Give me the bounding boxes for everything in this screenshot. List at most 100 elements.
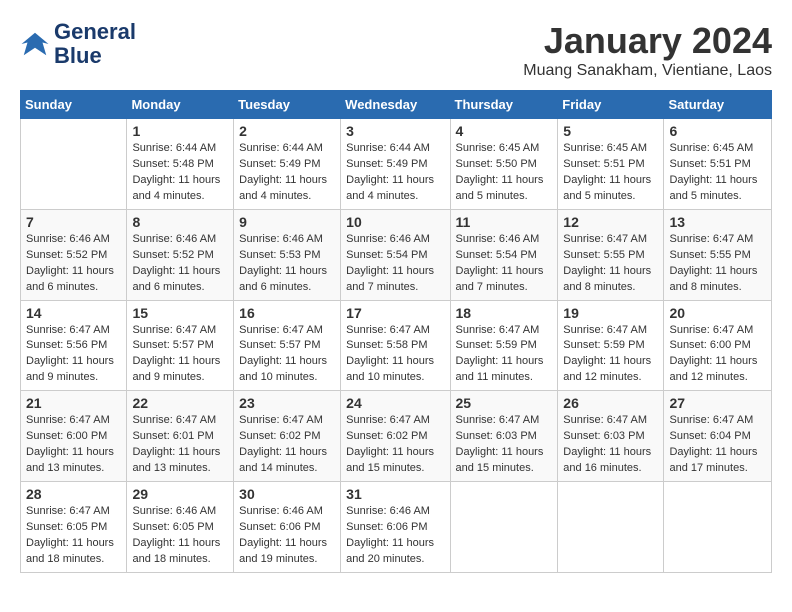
day-number: 27 xyxy=(669,395,766,411)
day-cell: 25 Sunrise: 6:47 AMSunset: 6:03 PMDayligh… xyxy=(450,391,558,482)
day-info: Sunrise: 6:46 AMSunset: 5:54 PMDaylight:… xyxy=(346,232,444,296)
day-cell: 14Sunrise: 6:47 AMSunset: 5:56 PMDayligh… xyxy=(21,300,127,391)
day-cell: 26 Sunrise: 6:47 AMSunset: 6:03 PMDayligh… xyxy=(558,391,664,482)
header-cell-sunday: Sunday xyxy=(21,91,127,119)
day-cell: 3Sunrise: 6:44 AMSunset: 5:49 PMDaylight… xyxy=(341,119,450,210)
day-info: Sunrise: 6:47 AMSunset: 5:57 PMDaylight:… xyxy=(132,323,228,387)
day-cell: 28 Sunrise: 6:47 AMSunset: 6:05 PMDayligh… xyxy=(21,482,127,573)
calendar-table: SundayMondayTuesdayWednesdayThursdayFrid… xyxy=(20,90,772,573)
day-info: Sunrise: 6:47 AMSunset: 6:00 PMDaylight:… xyxy=(669,323,766,387)
header-cell-saturday: Saturday xyxy=(664,91,772,119)
day-info: Sunrise: 6:47 AMSunset: 6:00 PMDaylight:… xyxy=(26,413,121,477)
header-cell-monday: Monday xyxy=(127,91,234,119)
day-number: 28 xyxy=(26,486,121,502)
day-info: Sunrise: 6:44 AMSunset: 5:49 PMDaylight:… xyxy=(239,141,335,205)
logo-text: General Blue xyxy=(54,20,136,68)
day-info: Sunrise: 6:46 AMSunset: 5:54 PMDaylight:… xyxy=(456,232,553,296)
day-cell xyxy=(558,482,664,573)
day-number: 10 xyxy=(346,214,444,230)
logo-icon xyxy=(20,29,50,59)
header-row: SundayMondayTuesdayWednesdayThursdayFrid… xyxy=(21,91,772,119)
day-info: Sunrise: 6:47 AMSunset: 5:59 PMDaylight:… xyxy=(456,323,553,387)
day-cell: 23Sunrise: 6:47 AMSunset: 6:02 PMDayligh… xyxy=(234,391,341,482)
day-info: Sunrise: 6:47 AMSunset: 6:02 PMDaylight:… xyxy=(346,413,444,477)
day-info: Sunrise: 6:44 AMSunset: 5:49 PMDaylight:… xyxy=(346,141,444,205)
header-cell-thursday: Thursday xyxy=(450,91,558,119)
day-cell: 5 Sunrise: 6:45 AMSunset: 5:51 PMDaylight… xyxy=(558,119,664,210)
week-row-4: 21 Sunrise: 6:47 AMSunset: 6:00 PMDayligh… xyxy=(21,391,772,482)
day-cell: 29 Sunrise: 6:46 AMSunset: 6:05 PMDayligh… xyxy=(127,482,234,573)
day-number: 18 xyxy=(456,305,553,321)
day-cell: 8 Sunrise: 6:46 AMSunset: 5:52 PMDaylight… xyxy=(127,209,234,300)
day-cell: 27 Sunrise: 6:47 AMSunset: 6:04 PMDayligh… xyxy=(664,391,772,482)
day-info: Sunrise: 6:45 AMSunset: 5:51 PMDaylight:… xyxy=(669,141,766,205)
day-number: 20 xyxy=(669,305,766,321)
day-info: Sunrise: 6:47 AMSunset: 6:02 PMDaylight:… xyxy=(239,413,335,477)
day-cell: 12Sunrise: 6:47 AMSunset: 5:55 PMDayligh… xyxy=(558,209,664,300)
day-info: Sunrise: 6:47 AMSunset: 6:03 PMDaylight:… xyxy=(563,413,658,477)
day-info: Sunrise: 6:46 AMSunset: 6:05 PMDaylight:… xyxy=(132,504,228,568)
day-info: Sunrise: 6:45 AMSunset: 5:51 PMDaylight:… xyxy=(563,141,658,205)
day-cell: 18 Sunrise: 6:47 AMSunset: 5:59 PMDayligh… xyxy=(450,300,558,391)
day-info: Sunrise: 6:47 AMSunset: 5:58 PMDaylight:… xyxy=(346,323,444,387)
day-number: 2 xyxy=(239,123,335,139)
day-info: Sunrise: 6:47 AMSunset: 5:55 PMDaylight:… xyxy=(669,232,766,296)
calendar-body: 1 Sunrise: 6:44 AMSunset: 5:48 PMDaylight… xyxy=(21,119,772,573)
day-cell xyxy=(664,482,772,573)
day-info: Sunrise: 6:46 AMSunset: 5:52 PMDaylight:… xyxy=(26,232,121,296)
day-number: 21 xyxy=(26,395,121,411)
day-number: 29 xyxy=(132,486,228,502)
day-cell: 10 Sunrise: 6:46 AMSunset: 5:54 PMDayligh… xyxy=(341,209,450,300)
day-number: 19 xyxy=(563,305,658,321)
location: Muang Sanakham, Vientiane, Laos xyxy=(523,62,772,80)
day-info: Sunrise: 6:47 AMSunset: 6:01 PMDaylight:… xyxy=(132,413,228,477)
header-cell-wednesday: Wednesday xyxy=(341,91,450,119)
day-info: Sunrise: 6:46 AMSunset: 5:52 PMDaylight:… xyxy=(132,232,228,296)
day-info: Sunrise: 6:46 AMSunset: 6:06 PMDaylight:… xyxy=(239,504,335,568)
week-row-2: 7 Sunrise: 6:46 AMSunset: 5:52 PMDaylight… xyxy=(21,209,772,300)
day-cell: 31Sunrise: 6:46 AMSunset: 6:06 PMDayligh… xyxy=(341,482,450,573)
day-number: 7 xyxy=(26,214,121,230)
day-number: 26 xyxy=(563,395,658,411)
day-cell: 17 Sunrise: 6:47 AMSunset: 5:58 PMDayligh… xyxy=(341,300,450,391)
day-info: Sunrise: 6:47 AMSunset: 6:05 PMDaylight:… xyxy=(26,504,121,568)
day-cell: 7 Sunrise: 6:46 AMSunset: 5:52 PMDaylight… xyxy=(21,209,127,300)
title-area: January 2024 Muang Sanakham, Vientiane, … xyxy=(523,20,772,80)
day-cell: 24 Sunrise: 6:47 AMSunset: 6:02 PMDayligh… xyxy=(341,391,450,482)
day-info: Sunrise: 6:46 AMSunset: 5:53 PMDaylight:… xyxy=(239,232,335,296)
header-cell-tuesday: Tuesday xyxy=(234,91,341,119)
day-info: Sunrise: 6:47 AMSunset: 6:04 PMDaylight:… xyxy=(669,413,766,477)
day-info: Sunrise: 6:44 AMSunset: 5:48 PMDaylight:… xyxy=(132,141,228,205)
week-row-3: 14Sunrise: 6:47 AMSunset: 5:56 PMDayligh… xyxy=(21,300,772,391)
day-cell: 9Sunrise: 6:46 AMSunset: 5:53 PMDaylight… xyxy=(234,209,341,300)
header-cell-friday: Friday xyxy=(558,91,664,119)
day-info: Sunrise: 6:47 AMSunset: 6:03 PMDaylight:… xyxy=(456,413,553,477)
calendar-header: SundayMondayTuesdayWednesdayThursdayFrid… xyxy=(21,91,772,119)
day-info: Sunrise: 6:46 AMSunset: 6:06 PMDaylight:… xyxy=(346,504,444,568)
day-number: 5 xyxy=(563,123,658,139)
day-number: 16 xyxy=(239,305,335,321)
day-cell: 16Sunrise: 6:47 AMSunset: 5:57 PMDayligh… xyxy=(234,300,341,391)
day-cell: 19 Sunrise: 6:47 AMSunset: 5:59 PMDayligh… xyxy=(558,300,664,391)
day-number: 24 xyxy=(346,395,444,411)
page-header: General Blue January 2024 Muang Sanakham… xyxy=(20,20,772,80)
day-cell xyxy=(450,482,558,573)
day-number: 22 xyxy=(132,395,228,411)
day-cell: 11Sunrise: 6:46 AMSunset: 5:54 PMDayligh… xyxy=(450,209,558,300)
day-number: 15 xyxy=(132,305,228,321)
day-number: 30 xyxy=(239,486,335,502)
day-info: Sunrise: 6:45 AMSunset: 5:50 PMDaylight:… xyxy=(456,141,553,205)
day-cell: 2 Sunrise: 6:44 AMSunset: 5:49 PMDaylight… xyxy=(234,119,341,210)
day-cell: 4 Sunrise: 6:45 AMSunset: 5:50 PMDaylight… xyxy=(450,119,558,210)
day-cell: 6Sunrise: 6:45 AMSunset: 5:51 PMDaylight… xyxy=(664,119,772,210)
week-row-5: 28 Sunrise: 6:47 AMSunset: 6:05 PMDayligh… xyxy=(21,482,772,573)
day-number: 4 xyxy=(456,123,553,139)
day-number: 25 xyxy=(456,395,553,411)
day-cell: 20 Sunrise: 6:47 AMSunset: 6:00 PMDayligh… xyxy=(664,300,772,391)
day-number: 17 xyxy=(346,305,444,321)
day-info: Sunrise: 6:47 AMSunset: 5:59 PMDaylight:… xyxy=(563,323,658,387)
day-number: 1 xyxy=(132,123,228,139)
day-number: 8 xyxy=(132,214,228,230)
day-info: Sunrise: 6:47 AMSunset: 5:55 PMDaylight:… xyxy=(563,232,658,296)
day-cell xyxy=(21,119,127,210)
